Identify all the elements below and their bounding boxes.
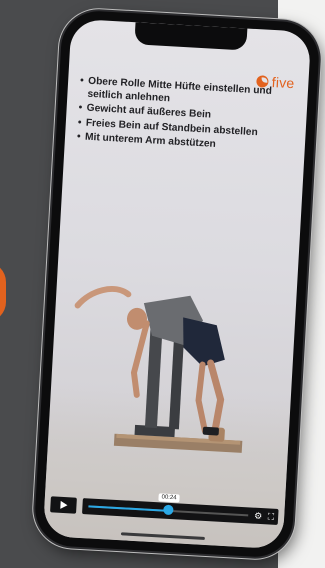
progress-track[interactable]: 00:24 (88, 493, 249, 517)
progress-fill (88, 505, 169, 512)
brand-accent-shape (0, 262, 6, 322)
gear-icon[interactable]: ⚙ (254, 511, 263, 521)
play-icon (59, 500, 68, 510)
progress-thumb[interactable] (163, 504, 174, 516)
play-button[interactable] (50, 496, 77, 514)
fullscreen-icon[interactable]: ⛶ (268, 511, 275, 521)
phone-frame: five Obere Rolle Mitte Hüfte einstellen … (33, 9, 321, 559)
current-time-label: 00:24 (158, 493, 180, 503)
video-screen[interactable]: five Obere Rolle Mitte Hüfte einstellen … (42, 18, 312, 550)
instruction-list: Obere Rolle Mitte Hüfte einstellen und s… (77, 75, 277, 157)
